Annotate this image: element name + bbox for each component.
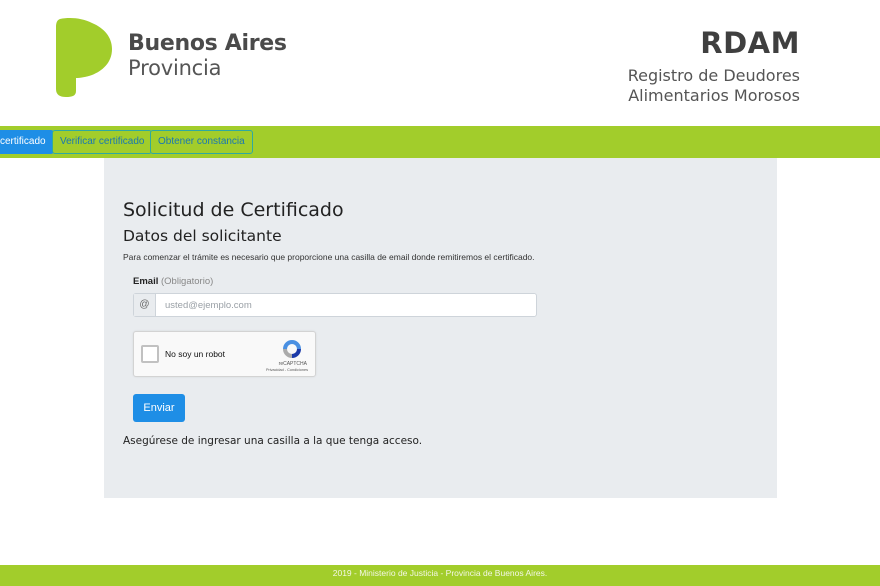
recaptcha-widget: No soy un robot reCAPTCHA Privacidad - C… [133, 331, 316, 377]
recaptcha-checkbox[interactable] [141, 345, 159, 363]
page-title: Solicitud de Certificado [123, 199, 344, 221]
at-sign-icon: @ [134, 294, 156, 316]
system-subtitle-line1: Registro de Deudores [627, 66, 800, 85]
section-title: Datos del solicitante [123, 227, 282, 245]
recaptcha-label: No soy un robot [165, 349, 226, 359]
footer: 2019 - Ministerio de Justicia - Provinci… [0, 565, 880, 586]
system-title: RDAM [700, 26, 800, 60]
tab-verificar-certificado[interactable]: Verificar certificado [52, 130, 153, 154]
submit-button[interactable]: Enviar [133, 394, 185, 422]
nav-bar: certificado Verificar certificado Obtene… [0, 126, 880, 158]
recaptcha-links[interactable]: Privacidad - Condiciones [266, 368, 308, 372]
recaptcha-brand: reCAPTCHA [278, 361, 307, 367]
header: Buenos Aires Provincia RDAM Registro de … [0, 0, 880, 126]
intro-text: Para comenzar el trámite es necesario qu… [123, 252, 535, 262]
tab-obtener-constancia[interactable]: Obtener constancia [150, 130, 253, 154]
email-input-group: @ [133, 293, 537, 317]
brand-line1: Buenos Aires [128, 31, 287, 56]
email-field[interactable] [157, 294, 535, 316]
system-heading: RDAM Registro de Deudores Alimentarios M… [628, 26, 800, 106]
system-subtitle-line2: Alimentarios Morosos [628, 86, 800, 105]
email-required-hint: (Obligatorio) [161, 276, 214, 287]
brand: Buenos Aires Provincia [128, 33, 287, 79]
recaptcha-logo-icon [283, 340, 301, 358]
buenos-aires-logo [56, 18, 112, 97]
tab-certificado[interactable]: certificado [0, 130, 54, 154]
email-label: Email (Obligatorio) [133, 276, 213, 287]
brand-line2: Provincia [128, 56, 222, 80]
access-note: Asegúrese de ingresar una casilla a la q… [123, 435, 423, 447]
email-label-text: Email [133, 276, 159, 287]
page: Buenos Aires Provincia RDAM Registro de … [0, 0, 880, 586]
